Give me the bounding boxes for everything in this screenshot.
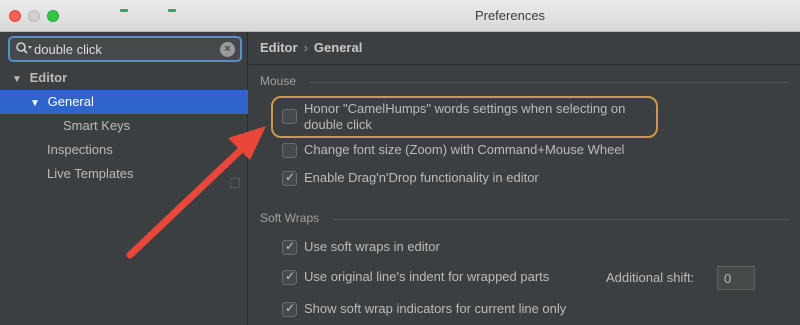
breadcrumb: Editor › General: [260, 40, 362, 55]
use-soft-wraps-checkbox[interactable]: [282, 239, 297, 255]
drag-drop-option-label[interactable]: Enable Drag'n'Drop functionality in edit…: [304, 169, 539, 189]
sidebar-item-smart-keys[interactable]: Smart Keys: [0, 114, 248, 138]
breadcrumb-parent: Editor: [260, 40, 298, 55]
additional-shift-input[interactable]: [717, 266, 755, 290]
drag-drop-checkbox[interactable]: [282, 170, 297, 186]
breadcrumb-current: General: [313, 40, 363, 55]
additional-shift-label: Additional shift:: [606, 270, 695, 285]
sidebar-item-label: Smart Keys: [63, 118, 131, 133]
sidebar-item-label: Editor: [29, 70, 68, 85]
highlight-box: [271, 96, 658, 138]
search-icon[interactable]: [15, 41, 33, 57]
original-indent-checkbox[interactable]: [282, 269, 297, 285]
expand-triangle-icon[interactable]: ▼: [30, 92, 44, 116]
sidebar-item-general[interactable]: ▼ General: [0, 90, 248, 114]
settings-search-box[interactable]: ×: [8, 36, 242, 62]
header-divider: [249, 64, 800, 65]
search-input[interactable]: [34, 39, 214, 59]
wrap-indicators-label[interactable]: Show soft wrap indicators for current li…: [304, 300, 566, 320]
window-title: Preferences: [474, 8, 546, 23]
original-indent-label[interactable]: Use original line's indent for wrapped p…: [304, 268, 549, 288]
clear-search-icon[interactable]: ×: [220, 42, 235, 57]
section-divider: [333, 219, 789, 220]
breadcrumb-separator: ›: [303, 40, 308, 55]
wrap-indicators-checkbox[interactable]: [282, 301, 297, 317]
zoom-font-checkbox[interactable]: [282, 143, 297, 158]
use-soft-wraps-label[interactable]: Use soft wraps in editor: [304, 238, 440, 258]
sidebar-item-label: General: [47, 94, 94, 109]
section-divider: [309, 82, 789, 83]
sidebar-item-label: Live Templates: [47, 166, 134, 181]
project-scope-icon: [230, 178, 240, 188]
expand-triangle-icon[interactable]: ▼: [12, 68, 26, 92]
sidebar-item-editor[interactable]: ▼ Editor: [0, 66, 248, 90]
zoom-font-option-label[interactable]: Change font size (Zoom) with Command+Mou…: [304, 141, 624, 161]
title-bar: Preferences: [0, 0, 800, 32]
section-title-mouse: Mouse: [260, 74, 297, 88]
sidebar-item-live-templates[interactable]: Live Templates: [0, 162, 248, 186]
section-title-soft-wraps: Soft Wraps: [260, 211, 320, 225]
sidebar-item-label: Inspections: [47, 142, 113, 157]
sidebar-item-inspections[interactable]: Inspections: [0, 138, 248, 162]
settings-sidebar: × ▼ Editor ▼ General Smart Keys Inspecti…: [0, 32, 248, 325]
